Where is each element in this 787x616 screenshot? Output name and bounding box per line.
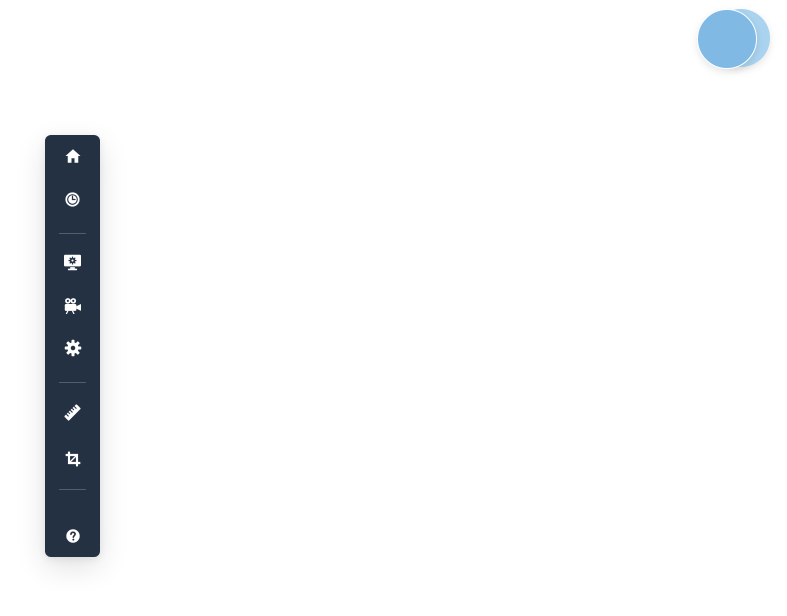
help-button[interactable]: [45, 519, 100, 553]
measure-button[interactable]: [45, 395, 100, 429]
home-button[interactable]: [45, 139, 100, 173]
ruler-icon: [64, 403, 81, 421]
home-icon: [65, 149, 80, 163]
crop-icon: [65, 451, 80, 467]
video-camera-icon: [64, 297, 81, 314]
monitor-settings-icon: [64, 254, 81, 270]
brand-logo[interactable]: [696, 8, 774, 70]
toolbar-divider: [59, 489, 86, 490]
vertical-toolbar: [45, 135, 100, 557]
history-button[interactable]: [45, 182, 100, 216]
clock-icon: [65, 191, 80, 207]
toolbar-divider: [59, 233, 86, 234]
toolbar-divider: [59, 382, 86, 383]
display-settings-button[interactable]: [45, 245, 100, 279]
settings-button[interactable]: [45, 331, 100, 365]
gear-icon: [64, 339, 81, 357]
app-canvas: [0, 0, 787, 616]
video-button[interactable]: [45, 288, 100, 322]
logo-circle-front: [697, 9, 757, 69]
crop-button[interactable]: [45, 442, 100, 476]
help-icon: [65, 529, 80, 543]
